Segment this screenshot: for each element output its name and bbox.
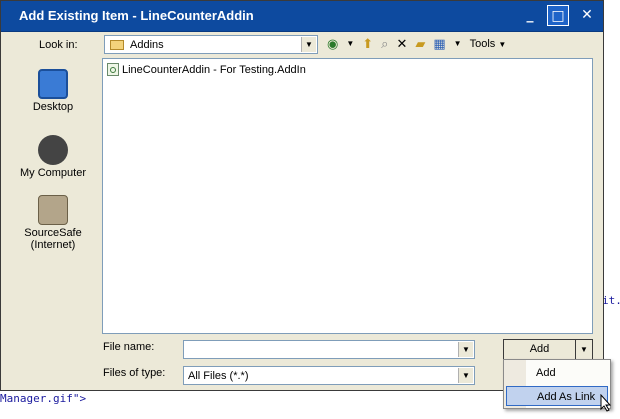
- sourcesafe-icon: [38, 195, 68, 225]
- views-icon[interactable]: ▦: [433, 36, 445, 52]
- look-in-value: Addins: [130, 39, 164, 51]
- place-my-computer[interactable]: My Computer: [9, 135, 97, 179]
- chevron-down-icon[interactable]: ▼: [301, 37, 316, 52]
- chevron-down-icon[interactable]: ▼: [458, 368, 473, 383]
- add-existing-item-dialog: Add Existing Item - LineCounterAddin _ □…: [0, 0, 604, 391]
- menu-item-add-as-link[interactable]: Add As Link: [506, 386, 608, 406]
- delete-icon[interactable]: ✕: [396, 36, 407, 52]
- back-icon[interactable]: ◉: [327, 36, 338, 52]
- menu-item-add[interactable]: Add: [506, 363, 608, 383]
- close-button[interactable]: ✕: [576, 5, 598, 26]
- back-dropdown-icon[interactable]: ▼: [346, 36, 354, 52]
- addin-file-icon: [107, 63, 119, 76]
- up-folder-icon[interactable]: ⬆: [362, 36, 373, 52]
- new-folder-icon[interactable]: ▰: [415, 36, 425, 52]
- title-bar[interactable]: Add Existing Item - LineCounterAddin _ □…: [1, 1, 603, 32]
- add-button[interactable]: Add: [503, 339, 576, 360]
- chevron-down-icon: ▼: [580, 345, 588, 354]
- place-sourcesafe[interactable]: SourceSafe (Internet): [9, 195, 97, 251]
- toolbar: ◉ ▼ ⬆ ⌕ ✕ ▰ ▦ ▼ Tools ▼: [327, 35, 506, 53]
- tools-menu[interactable]: Tools ▼: [470, 38, 507, 50]
- add-dropdown-menu: Add Add As Link: [503, 359, 611, 409]
- dialog-title: Add Existing Item - LineCounterAddin: [19, 8, 254, 23]
- file-name: LineCounterAddin - For Testing.AddIn: [122, 63, 306, 76]
- file-name-label: File name:: [103, 341, 155, 353]
- minimize-button[interactable]: _: [519, 5, 541, 26]
- places-bar: Desktop My Computer SourceSafe (Internet…: [9, 59, 97, 259]
- list-item[interactable]: LineCounterAddin - For Testing.AddIn: [107, 63, 306, 76]
- views-dropdown-icon[interactable]: ▼: [454, 36, 462, 52]
- file-list[interactable]: LineCounterAddin - For Testing.AddIn: [102, 58, 593, 334]
- place-desktop[interactable]: Desktop: [9, 69, 97, 113]
- file-name-field[interactable]: ▼: [183, 340, 475, 359]
- chevron-down-icon[interactable]: ▼: [458, 342, 473, 357]
- computer-icon: [38, 135, 68, 165]
- maximize-button[interactable]: □: [547, 5, 569, 26]
- folder-icon: [110, 40, 124, 50]
- add-button-dropdown[interactable]: ▼: [575, 339, 593, 360]
- look-in-label: Look in:: [39, 39, 78, 51]
- look-in-dropdown[interactable]: Addins ▼: [104, 35, 318, 54]
- desktop-icon: [38, 69, 68, 99]
- background-code-right: it.: [602, 294, 620, 307]
- mouse-cursor-icon: [600, 394, 612, 412]
- search-web-icon[interactable]: ⌕: [381, 36, 388, 52]
- background-code-left: Manager.gif">: [0, 392, 87, 405]
- file-type-dropdown[interactable]: All Files (*.*) ▼: [183, 366, 475, 385]
- file-type-label: Files of type:: [103, 367, 166, 379]
